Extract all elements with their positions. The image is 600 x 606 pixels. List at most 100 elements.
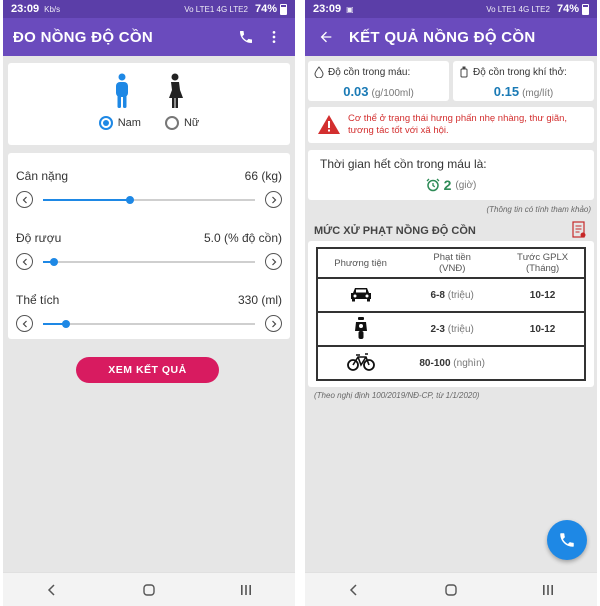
- slider-label: Độ rượu: [16, 231, 62, 245]
- home-nav-icon[interactable]: [134, 578, 164, 602]
- battery-icon: [280, 3, 287, 15]
- network-speed: Kb/s: [44, 4, 61, 14]
- gender-option-male[interactable]: Nam: [98, 116, 141, 130]
- breathalyzer-icon: [460, 66, 468, 78]
- view-result-button[interactable]: XEM KẾT QUẢ: [76, 357, 219, 383]
- bicycle-icon: [317, 346, 404, 381]
- header-license: Tước GPLX (Tháng): [501, 248, 585, 279]
- home-nav-icon[interactable]: [436, 578, 466, 602]
- table-row: 80-100 (nghìn): [317, 346, 585, 381]
- decrement-button[interactable]: [16, 253, 33, 270]
- increment-button[interactable]: [265, 315, 282, 332]
- breath-value: 0.15: [493, 84, 520, 99]
- slider-track[interactable]: [43, 258, 255, 266]
- breath-label: Độ cồn trong khí thở:: [473, 66, 567, 78]
- slider-row-volume: Thể tích 330 (ml): [8, 279, 290, 341]
- penalty-table-card: Phương tiện Phạt tiền (VNĐ) Tước GPLX (Thá…: [308, 241, 594, 387]
- slider-value: 66 (kg): [244, 169, 282, 183]
- image-notification-icon: ▣: [346, 4, 354, 14]
- warning-text: Cơ thể ở trạng thái hưng phấn nhẹ nhàng,…: [348, 113, 568, 136]
- blood-drop-icon: [314, 66, 324, 78]
- slider-label: Thể tích: [16, 293, 60, 307]
- breath-alcohol-card: Độ cồn trong khí thở: 0.15 (mg/lít): [453, 61, 594, 101]
- slider-thumb[interactable]: [49, 258, 58, 266]
- back-arrow-icon[interactable]: [315, 26, 337, 48]
- male-figure-icon: [116, 73, 128, 108]
- table-row: 6-8 (triệu) 10-12: [317, 278, 585, 313]
- decree-note: (Theo nghị định 100/2019/NĐ-CP, từ 1/1/2…: [314, 391, 480, 400]
- signal-info: Vo LTE1 4G LTE2: [184, 4, 248, 14]
- gender-option-female[interactable]: Nữ: [164, 116, 200, 130]
- blood-unit: (g/100ml): [371, 88, 414, 99]
- reference-note: (Thông tin có tính tham khảo): [486, 205, 592, 214]
- decrement-button[interactable]: [16, 191, 33, 208]
- slider-thumb[interactable]: [125, 196, 134, 204]
- signal-info: Vo LTE1 4G LTE2: [486, 4, 550, 14]
- car-icon: [317, 278, 404, 313]
- phone-icon: [560, 533, 574, 547]
- header-vehicle: Phương tiện: [317, 248, 404, 279]
- status-time: 23:09: [313, 3, 342, 15]
- breath-unit: (mg/lít): [522, 88, 554, 99]
- increment-button[interactable]: [265, 191, 282, 208]
- status-time: 23:09: [11, 3, 40, 15]
- sober-time-card: Thời gian hết cồn trong máu là: 2 (giờ): [308, 150, 594, 200]
- radio-female[interactable]: [164, 116, 179, 130]
- table-row: 2-3 (triệu) 10-12: [317, 312, 585, 347]
- slider-thumb[interactable]: [62, 320, 71, 328]
- warning-icon: [318, 115, 340, 134]
- warning-card: Cơ thể ở trạng thái hưng phấn nhẹ nhàng,…: [308, 107, 594, 143]
- increment-button[interactable]: [265, 253, 282, 270]
- blood-value: 0.03: [343, 84, 369, 99]
- gender-card: Nam Nữ: [8, 63, 290, 145]
- penalty-section-title: MỨC XỬ PHẠT NỒNG ĐỘ CỒN: [314, 225, 476, 237]
- call-fab-button[interactable]: [547, 520, 587, 560]
- slider-value: 330 (ml): [237, 293, 282, 307]
- gender-label-male: Nam: [117, 117, 141, 129]
- license-cell: 10-12: [501, 312, 585, 347]
- nav-bar: [3, 572, 295, 606]
- sober-time-value: 2: [443, 177, 452, 193]
- license-cell: [501, 346, 585, 381]
- slider-label: Cân nặng: [16, 169, 69, 183]
- right-screen: 23:09 ▣ Vo LTE1 4G LTE2 74% KẾT QUẢ NỒNG…: [305, 0, 597, 606]
- motorbike-icon: [317, 312, 404, 347]
- battery-icon: [582, 3, 589, 15]
- status-bar: 23:09 ▣ Vo LTE1 4G LTE2 74%: [305, 0, 597, 18]
- sliders-card: Cân nặng 66 (kg) Độ rượu 5.0 (% độ cồn): [8, 153, 290, 339]
- more-vert-icon[interactable]: [263, 26, 285, 48]
- radio-male[interactable]: [98, 116, 113, 130]
- nav-bar: [305, 572, 597, 606]
- document-icon[interactable]: [571, 221, 587, 239]
- page-title: ĐO NỒNG ĐỘ CỒN: [13, 28, 154, 46]
- slider-row-weight: Cân nặng 66 (kg): [8, 155, 290, 217]
- recents-nav-icon[interactable]: [533, 578, 563, 602]
- female-figure-icon: [169, 73, 183, 108]
- slider-track[interactable]: [43, 320, 255, 328]
- battery-percent: 74%: [254, 3, 277, 15]
- battery-percent: 74%: [556, 3, 579, 15]
- slider-row-alcohol: Độ rượu 5.0 (% độ cồn): [8, 217, 290, 279]
- header-fine: Phạt tiền (VNĐ): [403, 248, 502, 279]
- app-bar: KẾT QUẢ NỒNG ĐỘ CỒN: [305, 18, 597, 56]
- decrement-button[interactable]: [16, 315, 33, 332]
- license-cell: 10-12: [501, 278, 585, 313]
- blood-alcohol-card: Độ cồn trong máu: 0.03 (g/100ml): [308, 61, 449, 101]
- penalty-table: Phương tiện Phạt tiền (VNĐ) Tước GPLX (Thá…: [316, 247, 586, 381]
- gender-label-female: Nữ: [183, 117, 200, 129]
- sober-time-unit: (giờ): [455, 179, 477, 191]
- left-screen: 23:09 Kb/s Vo LTE1 4G LTE2 74% ĐO NỒNG Đ…: [3, 0, 295, 606]
- alarm-clock-icon: [426, 178, 440, 192]
- back-nav-icon[interactable]: [37, 578, 67, 602]
- status-bar: 23:09 Kb/s Vo LTE1 4G LTE2 74%: [3, 0, 295, 18]
- page-title: KẾT QUẢ NỒNG ĐỘ CỒN: [349, 28, 536, 46]
- back-nav-icon[interactable]: [339, 578, 369, 602]
- fine-cell: 80-100 (nghìn): [403, 346, 502, 381]
- fine-cell: 6-8 (triệu): [403, 278, 502, 313]
- phone-icon[interactable]: [235, 26, 257, 48]
- app-bar: ĐO NỒNG ĐỘ CỒN: [3, 18, 295, 56]
- fine-cell: 2-3 (triệu): [403, 312, 502, 347]
- slider-value: 5.0 (% độ cồn): [203, 231, 282, 245]
- recents-nav-icon[interactable]: [231, 578, 261, 602]
- slider-track[interactable]: [43, 196, 255, 204]
